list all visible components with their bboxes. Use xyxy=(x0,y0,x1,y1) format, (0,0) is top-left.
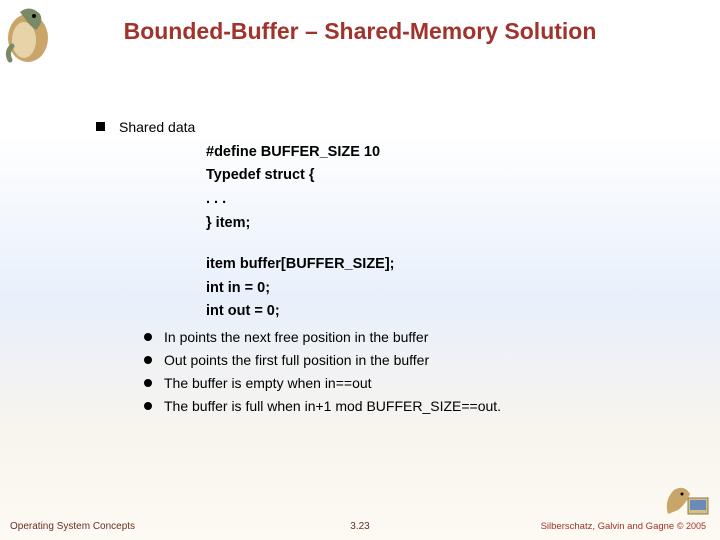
code-line: } item; xyxy=(206,214,680,234)
list-item-label: In points the next free position in the … xyxy=(164,328,428,347)
sub-bullets: In points the next free position in the … xyxy=(144,328,680,416)
disc-bullet-icon xyxy=(144,356,152,364)
list-item: The buffer is full when in+1 mod BUFFER_… xyxy=(144,397,680,416)
code-line: int in = 0; xyxy=(206,279,680,299)
code-line: item buffer[BUFFER_SIZE]; xyxy=(206,255,680,275)
code-line: . . . xyxy=(206,190,680,210)
footer-copyright: © 2005 xyxy=(677,521,706,531)
footer-authors: Silberschatz, Galvin and Gagne © 2005 xyxy=(541,521,706,532)
list-item-label: Out points the first full position in th… xyxy=(164,351,429,370)
bullet-shared-data: Shared data xyxy=(96,118,680,137)
footer-slide-number: 3.23 xyxy=(350,521,369,532)
disc-bullet-icon xyxy=(144,333,152,341)
footer-book-title: Operating System Concepts xyxy=(10,521,135,532)
slide-content: Shared data #define BUFFER_SIZE 10 Typed… xyxy=(96,118,680,419)
code-line: Typedef struct { xyxy=(206,166,680,186)
dinosaur-logo-bottom-right xyxy=(662,480,712,520)
code-line: int out = 0; xyxy=(206,302,680,322)
code-block: #define BUFFER_SIZE 10 Typedef struct { … xyxy=(206,143,680,322)
footer-authors-text: Silberschatz, Galvin and Gagne xyxy=(541,521,677,532)
code-line: #define BUFFER_SIZE 10 xyxy=(206,143,680,163)
list-item-label: The buffer is full when in+1 mod BUFFER_… xyxy=(164,397,501,416)
list-item: Out points the first full position in th… xyxy=(144,351,680,370)
slide-title: Bounded-Buffer – Shared-Memory Solution xyxy=(0,18,720,45)
square-bullet-icon xyxy=(96,122,105,131)
list-item: The buffer is empty when in==out xyxy=(144,374,680,393)
list-item: In points the next free position in the … xyxy=(144,328,680,347)
disc-bullet-icon xyxy=(144,402,152,410)
list-item-label: The buffer is empty when in==out xyxy=(164,374,372,393)
bullet-shared-data-label: Shared data xyxy=(119,118,195,137)
disc-bullet-icon xyxy=(144,379,152,387)
